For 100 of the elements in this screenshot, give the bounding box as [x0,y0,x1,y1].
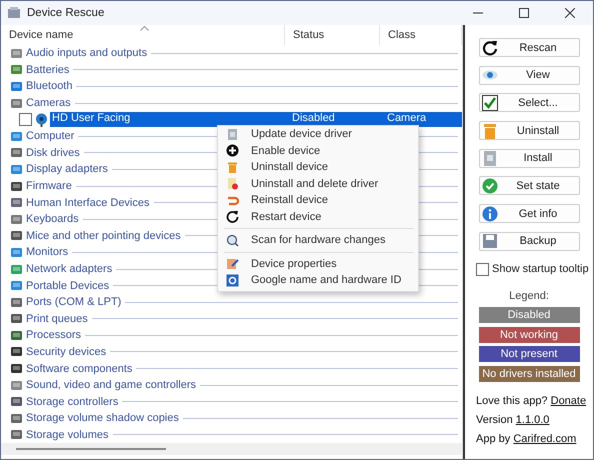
action-button[interactable]: Rescan [478,38,580,57]
menu-item[interactable]: Scan for hardware changes [218,232,418,248]
device-checkbox[interactable] [19,113,32,126]
legend-title: Legend: [509,290,549,302]
device-icon [10,180,23,193]
action-button[interactable]: Install [478,148,580,168]
category-label[interactable]: Disk drives [26,146,80,159]
status-cell-text: Disabled [291,112,336,124]
driver-icon [226,128,239,141]
device-name: HD User Facing [51,112,132,124]
device-icon [10,96,23,110]
checkbox-tick-icon [482,94,498,111]
category-label[interactable]: Portable Devices [26,280,110,292]
category-label[interactable]: Security devices [26,346,106,358]
device-icon [10,46,23,60]
delete-file-icon [226,177,239,190]
device-row[interactable]: HD User Facing Disabled Camera [50,112,462,128]
device-icon [10,312,23,326]
trash-icon [482,122,498,139]
properties-icon [226,257,239,270]
menu-item[interactable]: Uninstall device [218,159,418,176]
device-icon [10,279,23,292]
category-label[interactable]: Computer [26,130,74,142]
category-label[interactable]: Batteries [26,64,70,76]
category-label[interactable]: Firmware [26,180,72,192]
refresh-icon [226,210,239,224]
column-header[interactable]: Device name [1,25,285,45]
menu-item[interactable]: Google name and hardware ID [218,272,418,288]
footer-link[interactable]: 1.1.0.0 [516,414,550,426]
category-label[interactable]: Processors [26,329,82,342]
category-label[interactable]: Audio inputs and outputs [26,47,148,60]
category-label[interactable]: Cameras [26,97,71,110]
action-button[interactable]: Backup [478,232,580,251]
footer-text: App by Carifred.com [476,432,578,444]
check-circle-icon [482,178,498,194]
device-icon [10,378,23,392]
category-label[interactable]: Ports (COM & LPT) [26,296,122,308]
category-label[interactable]: Monitors [26,246,68,258]
device-icon [10,428,23,442]
category-label[interactable]: Mice and other pointing devices [26,230,181,242]
action-button[interactable]: Set state [478,176,580,196]
category-label[interactable]: Print queues [26,312,88,325]
window-title: Device Rescue [27,7,106,19]
class-cell-text: Camera [386,112,428,124]
plus-circle-icon [226,144,239,158]
device-icon [10,212,23,226]
action-button[interactable]: Uninstall [478,121,580,140]
menu-item[interactable]: Device properties [218,256,418,272]
webcam-icon [35,112,48,127]
magnifier-icon [226,234,239,247]
trash-icon [226,160,239,174]
column-header[interactable]: Status [285,25,380,45]
device-icon [10,130,23,143]
device-icon [10,345,23,358]
device-icon [10,80,23,93]
search-engine-icon [226,274,239,287]
category-label[interactable]: Human Interface Devices [26,196,150,209]
footer-text: Version 1.1.0.0 [476,414,550,426]
legend-item: Not present [478,346,580,362]
column-header[interactable]: Class [380,25,462,45]
device-icon [10,162,23,176]
category-label[interactable]: Storage volumes [26,428,109,441]
menu-item[interactable]: Enable device [218,142,418,159]
device-icon [10,362,23,376]
action-button[interactable]: View [478,66,580,85]
category-label[interactable]: Software components [26,362,132,375]
category-label[interactable]: Network adapters [26,263,112,276]
menu-item[interactable]: Reinstall device [218,192,418,208]
device-icon [10,412,23,425]
menu-item[interactable]: Uninstall and delete driver [218,176,418,192]
action-button[interactable]: Get info [478,204,580,224]
close-icon [565,8,575,18]
device-icon [10,146,23,160]
startup-tooltip-checkbox[interactable] [476,262,489,276]
category-label[interactable]: Storage controllers [26,396,118,408]
info-icon [482,206,498,222]
footer-text: Love this app? Donate [476,394,586,406]
refresh-icon [482,40,498,56]
category-label[interactable]: Storage volume shadow copies [26,412,179,424]
device-icon [10,63,23,76]
horizontal-scrollbar[interactable] [1,443,462,455]
app-icon [7,6,21,20]
category-label[interactable]: Sound, video and game controllers [26,379,196,392]
legend-item: Disabled [478,307,580,323]
device-icon [10,328,23,342]
menu-item[interactable]: Restart device [218,208,418,225]
footer-link[interactable]: Donate [550,394,586,406]
menu-item[interactable]: Update device driver [218,126,418,142]
maximize-icon [519,8,529,18]
device-icon [10,229,23,242]
device-icon [10,246,23,259]
driver-icon [482,150,498,166]
category-label[interactable]: Display adapters [26,163,108,176]
legend-item: Not working [478,326,580,342]
footer-link[interactable]: Carifred.com [513,432,576,444]
category-label[interactable]: Keyboards [26,213,79,226]
checkbox-label[interactable]: Show startup tooltip [492,263,589,275]
action-button[interactable]: Select... [478,93,580,112]
device-icon [10,395,23,408]
category-label[interactable]: Bluetooth [26,80,72,92]
